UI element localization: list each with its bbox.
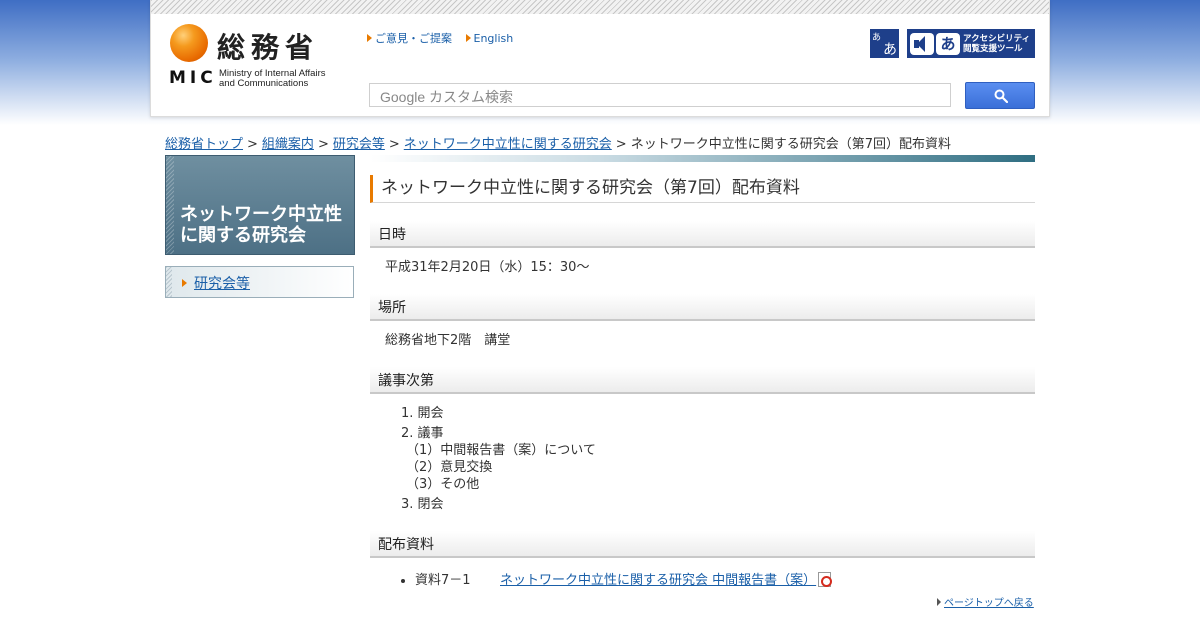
agenda-list: 1. 開会 2. 議事 （1）中間報告書（案）について （2）意見交換 （3）そ…: [370, 394, 1035, 513]
documents-list: 資料7－1 ネットワーク中立性に関する研究会 中間報告書（案）: [370, 558, 1035, 588]
breadcrumb-link-net-neutrality[interactable]: ネットワーク中立性に関する研究会: [404, 137, 612, 152]
sidebar-item-label[interactable]: 研究会等: [194, 276, 250, 292]
breadcrumb-current: ネットワーク中立性に関する研究会（第7回）配布資料: [630, 137, 951, 152]
datetime-value: 平成31年2月20日（水）15：30～: [385, 260, 590, 275]
site-logo[interactable]: 総務省 MIC Ministry of Internal Affairs and…: [169, 22, 354, 90]
arrow-right-icon: [465, 34, 471, 42]
header-stripe: [151, 0, 1049, 14]
logo-english-line2: and Communications: [219, 78, 309, 89]
document-link[interactable]: ネットワーク中立性に関する研究会 中間報告書（案）: [500, 573, 816, 588]
a11y-label-line2: 閲覧支援ツール: [963, 43, 1023, 54]
document-label: 資料7－1: [415, 573, 471, 588]
accessibility-tool-button[interactable]: あ アクセシビリティ 閲覧支援ツール: [907, 29, 1035, 58]
place-value: 総務省地下2階 講堂: [385, 333, 511, 348]
agenda-item-2-label: 2. 議事: [401, 426, 444, 441]
opinion-link[interactable]: ご意見・ご提案: [375, 32, 452, 45]
a11y-label: アクセシビリティ 閲覧支援ツール: [963, 34, 1030, 54]
search-button[interactable]: [965, 82, 1035, 109]
sidebar-item-study-groups[interactable]: 研究会等: [165, 266, 354, 298]
logo-japanese: 総務省: [217, 31, 320, 64]
section-heading-place: 場所: [370, 294, 1035, 321]
site-header: 総務省 MIC Ministry of Internal Affairs and…: [150, 0, 1050, 117]
english-link[interactable]: English: [474, 32, 514, 45]
section-heading-datetime: 日時: [370, 221, 1035, 248]
sidebar-title: ネットワーク中立性に関する研究会: [165, 155, 355, 255]
pdf-icon: [818, 572, 833, 587]
section-heading-documents: 配布資料: [370, 531, 1035, 558]
agenda-subitem-1: （1）中間報告書（案）について: [406, 443, 596, 458]
page-top-link-wrapper: ページトップへ戻る: [937, 594, 1034, 609]
page-title: ネットワーク中立性に関する研究会（第7回）配布資料: [370, 175, 1035, 203]
header-links: ご意見・ご提案 English: [367, 30, 523, 46]
arrow-right-icon: [367, 34, 372, 42]
arrow-right-icon: [937, 598, 941, 606]
agenda-item-3: 3. 閉会: [401, 497, 444, 512]
main-top-bar: [370, 155, 1035, 162]
agenda-item-1: 1. 開会: [401, 406, 444, 421]
page-top-link[interactable]: ページトップへ戻る: [944, 598, 1034, 609]
speaker-icon: [910, 32, 934, 55]
breadcrumb-separator: >: [615, 137, 627, 152]
breadcrumb-separator: >: [388, 137, 400, 152]
search-icon: [994, 89, 1008, 103]
logo-english: Ministry of Internal Affairs and Communi…: [219, 69, 325, 89]
document-item: 資料7－1 ネットワーク中立性に関する研究会 中間報告書（案）: [415, 569, 1035, 588]
breadcrumb-separator: >: [247, 137, 258, 152]
search-input[interactable]: Google カスタム検索: [369, 83, 951, 107]
agenda-subitem-3: （3）その他: [406, 477, 480, 492]
breadcrumb-link-top[interactable]: 総務省トップ: [165, 137, 243, 152]
arrow-right-icon: [182, 279, 187, 287]
a11y-label-line1: アクセシビリティ: [963, 33, 1031, 44]
font-size-large-glyph: あ: [883, 42, 897, 58]
logo-mic: MIC: [169, 68, 217, 88]
breadcrumb-separator: >: [317, 137, 329, 152]
main-content: ネットワーク中立性に関する研究会（第7回）配布資料 日時 平成31年2月20日（…: [370, 155, 1035, 588]
a11y-glyph-icon: あ: [936, 32, 960, 55]
agenda-subitem-2: （2）意見交換: [406, 460, 493, 475]
agenda-item-2: 2. 議事 （1）中間報告書（案）について （2）意見交換 （3）その他: [401, 425, 1035, 493]
section-heading-agenda: 議事次第: [370, 367, 1035, 394]
breadcrumb-link-study-groups[interactable]: 研究会等: [333, 137, 385, 152]
breadcrumb: 総務省トップ > 組織案内 > 研究会等 > ネットワーク中立性に関する研究会 > ネットワーク…: [165, 133, 951, 152]
font-size-button[interactable]: あ あ: [870, 29, 899, 58]
breadcrumb-link-organization[interactable]: 組織案内: [262, 137, 314, 152]
logo-orb-icon: [170, 24, 208, 62]
